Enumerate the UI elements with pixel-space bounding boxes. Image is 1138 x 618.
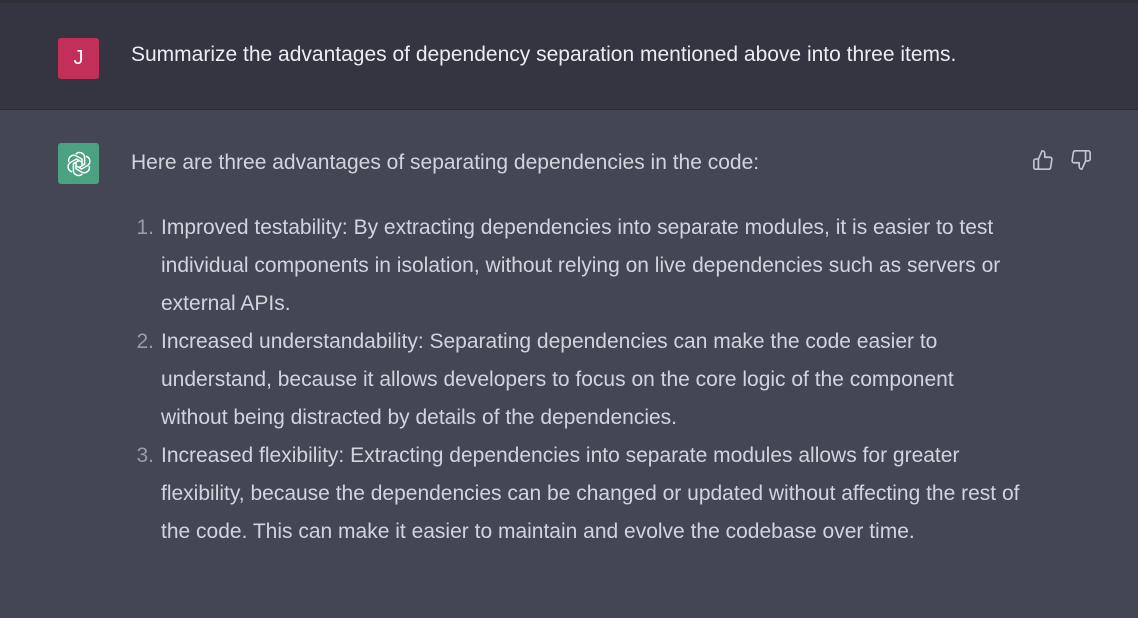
- list-item-number: 2.: [136, 330, 154, 353]
- list-item-text: Increased flexibility: Extracting depend…: [161, 444, 1020, 543]
- advantages-list: 1. Improved testability: By extracting d…: [124, 209, 1024, 551]
- user-avatar-initial: J: [73, 47, 84, 69]
- assistant-message-row: Here are three advantages of separating …: [0, 111, 1138, 618]
- user-avatar: J: [58, 38, 99, 79]
- thumbs-up-button[interactable]: [1031, 148, 1055, 172]
- thumbs-down-icon: [1071, 150, 1091, 170]
- user-message-row: J Summarize the advantages of dependency…: [0, 3, 1138, 110]
- list-item-number: 3.: [136, 444, 154, 467]
- assistant-intro-text: Here are three advantages of separating …: [131, 151, 760, 174]
- list-item-text: Increased understandability: Separating …: [161, 330, 954, 429]
- list-item: 1. Improved testability: By extracting d…: [124, 209, 1024, 323]
- openai-logo-icon: [66, 151, 91, 176]
- user-message-text: Summarize the advantages of dependency s…: [131, 43, 957, 66]
- thumbs-up-icon: [1033, 150, 1053, 170]
- list-item: 2. Increased understandability: Separati…: [124, 323, 1024, 437]
- list-item-number: 1.: [136, 216, 154, 239]
- assistant-avatar: [58, 143, 99, 184]
- list-item: 3. Increased flexibility: Extracting dep…: [124, 437, 1024, 551]
- list-item-text: Improved testability: By extracting depe…: [161, 216, 1001, 315]
- thumbs-down-button[interactable]: [1069, 148, 1093, 172]
